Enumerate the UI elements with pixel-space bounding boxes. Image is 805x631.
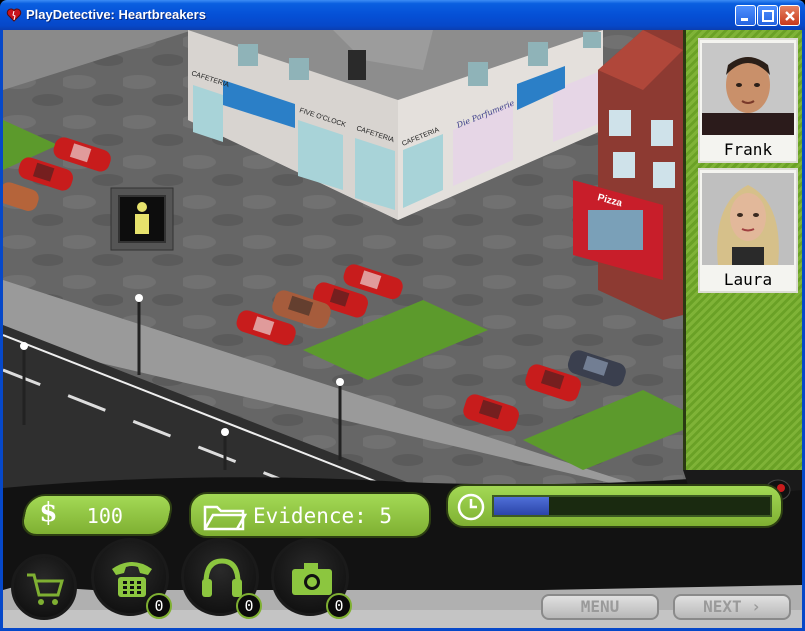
minimize-button[interactable] — [735, 5, 756, 26]
telephone-icon — [112, 562, 152, 597]
suspect-name-frank: Frank — [723, 140, 773, 159]
heart-app-icon — [6, 8, 22, 22]
headset-count-badge: 0 — [236, 593, 262, 619]
laura-portrait — [702, 173, 794, 265]
folder-icon — [203, 505, 247, 531]
menu-button[interactable]: MENU — [541, 594, 659, 620]
evidence-button[interactable]: Evidence: 5 — [189, 492, 431, 538]
next-button[interactable]: NEXT › — [673, 594, 791, 620]
camera-tool-button[interactable]: 0 — [271, 538, 352, 619]
shopping-cart-icon — [27, 573, 64, 605]
phone-count-badge: 0 — [146, 593, 172, 619]
money-value: 100 — [86, 504, 123, 528]
clock-icon — [457, 493, 485, 521]
window-title: PlayDetective: Heartbreakers — [26, 7, 206, 22]
camera-icon — [292, 563, 332, 595]
close-button[interactable] — [779, 5, 800, 26]
suspect-name-laura: Laura — [723, 270, 773, 289]
money-display: $ 100 — [18, 494, 176, 536]
info-marker-icon[interactable] — [110, 187, 174, 251]
game-viewport[interactable]: CAFETERIA FIVE O'CLOCK CAFETERIA CAFETER… — [3, 30, 802, 628]
timer-display — [446, 484, 783, 528]
suspects-panel: Frank Laura — [683, 30, 802, 470]
time-progress-fill — [494, 497, 550, 515]
title-bar[interactable]: PlayDetective: Heartbreakers — [0, 0, 805, 30]
city-map[interactable]: CAFETERIA FIVE O'CLOCK CAFETERIA CAFETER… — [3, 30, 683, 500]
camera-count-badge: 0 — [326, 593, 352, 619]
suspect-card-laura[interactable]: Laura — [698, 168, 798, 293]
phone-tool-button[interactable]: 0 — [91, 538, 172, 619]
headphones-icon — [202, 558, 242, 597]
shop-cart-button[interactable] — [11, 554, 77, 620]
time-progress-bar — [492, 495, 772, 517]
headset-tool-button[interactable]: 0 — [181, 538, 262, 619]
hud-bar: $ 100 Evidence: 5 0 0 0 MENU NEXT › — [3, 470, 802, 628]
maximize-button[interactable] — [757, 5, 778, 26]
dollar-icon: $ — [39, 498, 58, 528]
evidence-label: Evidence: 5 — [253, 504, 393, 528]
suspect-card-frank[interactable]: Frank — [698, 38, 798, 163]
frank-portrait — [702, 43, 794, 135]
